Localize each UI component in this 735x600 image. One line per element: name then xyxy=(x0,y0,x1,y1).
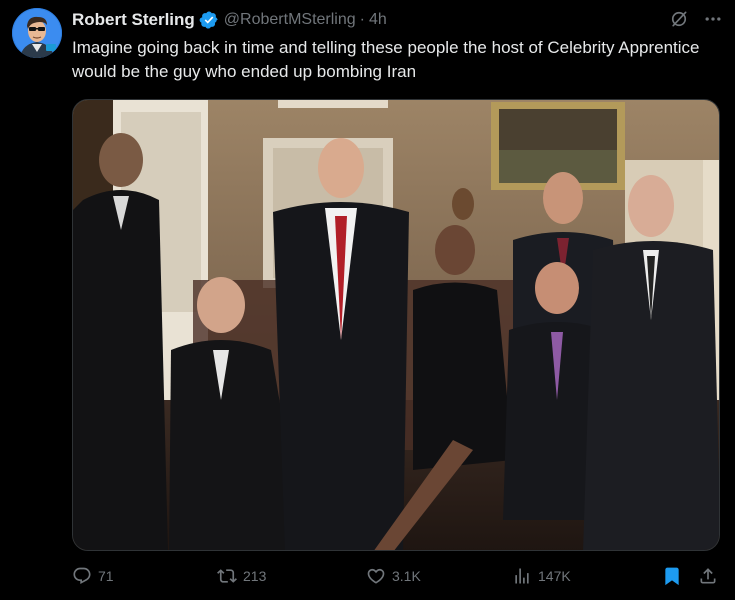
heart-icon xyxy=(367,568,385,584)
repost-icon xyxy=(217,569,237,583)
author-display-name[interactable]: Robert Sterling xyxy=(72,10,195,30)
tweet: Robert Sterling @RobertMSterling · 4h Im… xyxy=(0,0,735,600)
tweet-text: Imagine going back in time and telling t… xyxy=(72,38,700,81)
repost-button[interactable]: 213 xyxy=(217,566,266,586)
verified-badge-icon[interactable] xyxy=(199,10,219,30)
reply-button[interactable]: 71 xyxy=(72,566,114,586)
views-button[interactable]: 147K xyxy=(512,566,571,586)
bookmark-icon xyxy=(665,567,679,586)
views-chart-icon xyxy=(515,568,529,584)
more-options-icon[interactable] xyxy=(703,9,723,29)
tweet-photo[interactable] xyxy=(72,99,720,551)
grok-icon[interactable] xyxy=(669,9,689,29)
reply-icon xyxy=(73,567,91,585)
share-icon xyxy=(700,568,716,584)
like-count: 3.1K xyxy=(392,568,421,584)
tweet-header: Robert Sterling @RobertMSterling · 4h xyxy=(72,9,723,31)
reply-count: 71 xyxy=(98,568,114,584)
views-count: 147K xyxy=(538,568,571,584)
post-timestamp[interactable]: 4h xyxy=(369,11,387,29)
header-actions xyxy=(669,9,723,29)
bookmark-button[interactable] xyxy=(662,566,682,586)
author-handle[interactable]: @RobertMSterling xyxy=(224,11,356,29)
share-button[interactable] xyxy=(698,566,718,586)
photo-image-icon xyxy=(73,100,719,550)
tweet-actions: 71 213 3.1K 147K xyxy=(72,566,720,592)
avatar-illustration-icon xyxy=(12,8,62,58)
header-separator: · xyxy=(359,11,365,28)
avatar[interactable] xyxy=(12,8,62,58)
like-button[interactable]: 3.1K xyxy=(366,566,421,586)
repost-count: 213 xyxy=(243,568,267,584)
